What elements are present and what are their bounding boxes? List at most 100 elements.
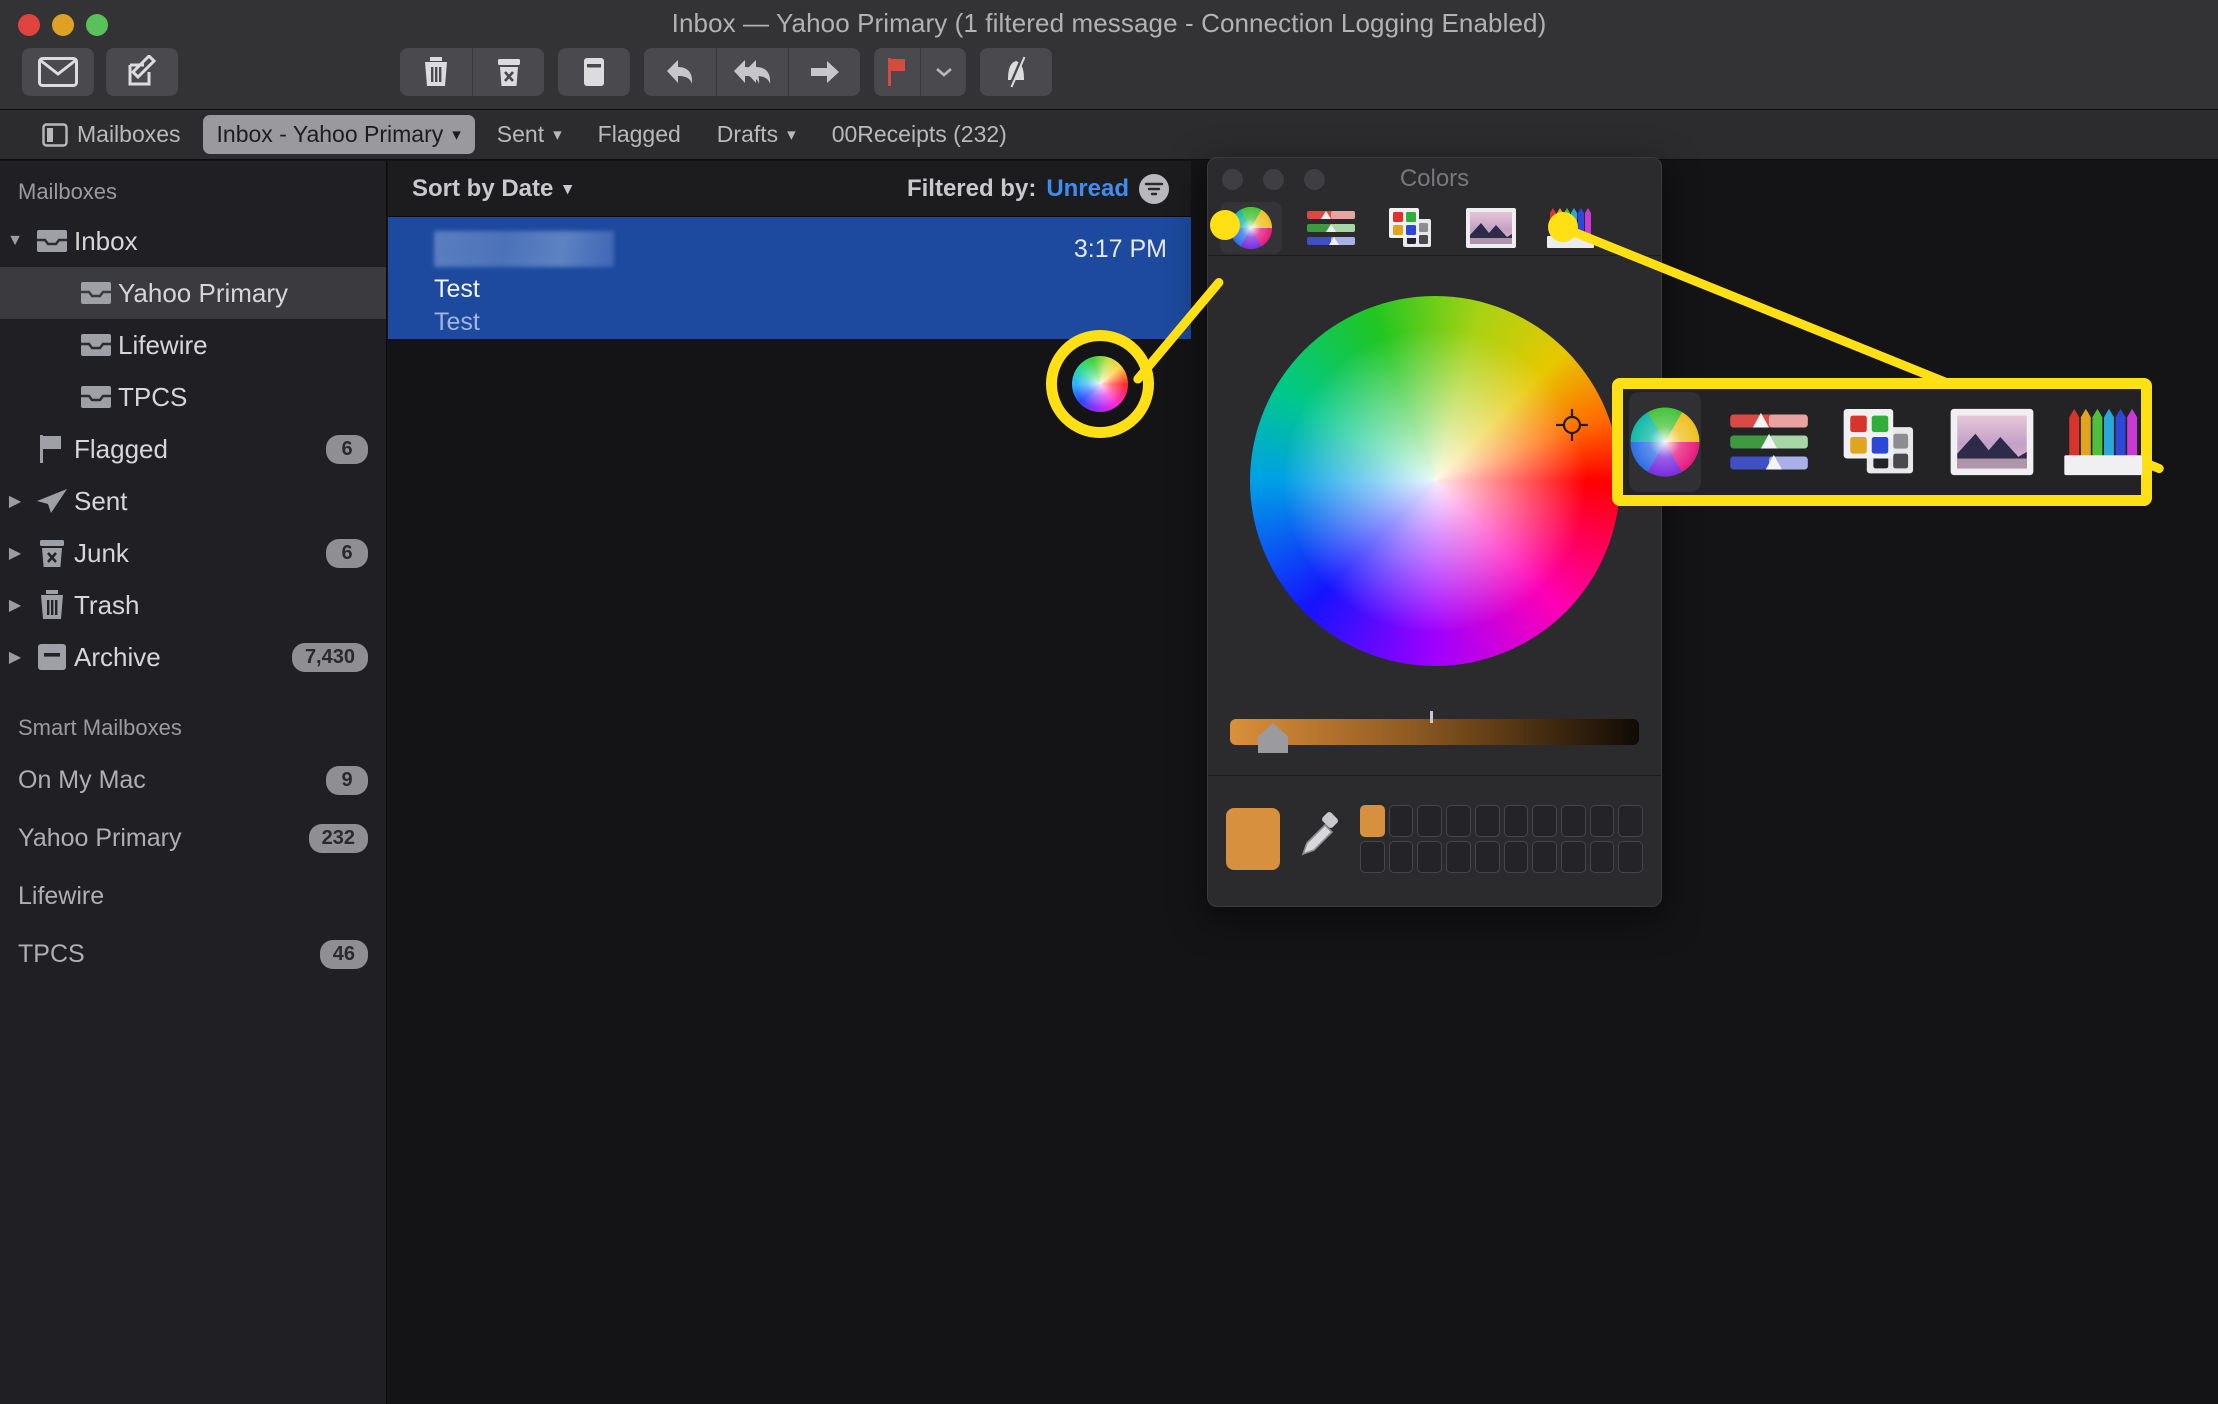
fav-sent[interactable]: Sent ▾ <box>483 115 576 154</box>
sidebar-item-flagged[interactable]: Flagged 6 <box>0 423 386 475</box>
reply-button[interactable] <box>644 48 716 96</box>
flag-menu-button[interactable] <box>920 48 966 96</box>
swatch-cell[interactable] <box>1560 805 1586 837</box>
color-wheel-tab-magnified[interactable] <box>1629 392 1701 492</box>
disclosure-right-icon[interactable]: ▶ <box>0 491 30 511</box>
fav-inbox-yahoo-primary[interactable]: Inbox - Yahoo Primary ▾ <box>202 115 475 154</box>
color-palettes-tab[interactable] <box>1380 202 1442 254</box>
sidebar-smart-on-my-mac[interactable]: On My Mac 9 <box>0 751 386 809</box>
sidebar-smart-yahoo-primary[interactable]: Yahoo Primary 232 <box>0 809 386 867</box>
color-palettes-tab-magnified[interactable] <box>1837 392 1923 492</box>
delete-button[interactable] <box>400 48 472 96</box>
brightness-slider-track[interactable] <box>1230 719 1639 745</box>
minimize-button[interactable] <box>1263 169 1284 190</box>
junk-button[interactable] <box>472 48 544 96</box>
compose-button[interactable] <box>106 48 178 96</box>
message-list-row[interactable]: 3:17 PM Test Test <box>388 217 1191 339</box>
swatch-cell[interactable] <box>1417 805 1443 837</box>
chevron-down-icon: ▾ <box>563 179 572 198</box>
sidebar-item-label: Junk <box>74 537 129 568</box>
swatch-cell[interactable] <box>1417 841 1443 873</box>
swatch-cell[interactable] <box>1360 841 1385 873</box>
sidebar-item-sent[interactable]: ▶ Sent <box>0 475 386 527</box>
image-palettes-tab-magnified[interactable] <box>1949 392 2035 492</box>
sort-by-button[interactable]: Sort by Date ▾ <box>412 175 572 203</box>
disclosure-right-icon[interactable]: ▶ <box>0 595 30 615</box>
disclosure-right-icon[interactable]: ▶ <box>0 647 30 667</box>
sidebar-item-yahoo-primary[interactable]: Yahoo Primary <box>0 267 386 319</box>
fav-drafts[interactable]: Drafts ▾ <box>703 115 810 154</box>
color-swatch-grid[interactable] <box>1360 805 1643 873</box>
swatch-cell[interactable] <box>1618 841 1643 873</box>
sidebar-item-lifewire[interactable]: Lifewire <box>0 319 386 371</box>
sidebar-item-label: On My Mac <box>18 765 146 794</box>
close-button[interactable] <box>1222 169 1243 190</box>
filter-icon[interactable] <box>1139 173 1169 204</box>
archive-button[interactable] <box>558 48 630 96</box>
crosshair-icon[interactable] <box>1555 408 1589 442</box>
sidebar-smart-tpcs[interactable]: TPCS 46 <box>0 925 386 983</box>
swatch-cell[interactable] <box>1532 841 1557 873</box>
get-mail-button[interactable] <box>22 48 94 96</box>
swatch-cell[interactable] <box>1589 805 1615 837</box>
color-sliders-tab[interactable] <box>1300 202 1362 254</box>
swatch-cell[interactable] <box>1388 805 1414 837</box>
swatch-cell[interactable] <box>1503 805 1529 837</box>
brightness-slider[interactable] <box>1230 711 1639 757</box>
sidebar-smart-lifewire[interactable]: Lifewire <box>0 867 386 925</box>
swatch-cell[interactable] <box>1618 805 1643 837</box>
disclosure-down-icon[interactable]: ▼ <box>0 232 30 250</box>
sidebar-item-label: TPCS <box>118 381 188 412</box>
sidebar-item-trash[interactable]: ▶ Trash <box>0 579 386 631</box>
color-wheel[interactable] <box>1249 296 1620 666</box>
sidebar-item-label: Trash <box>74 589 140 620</box>
reply-all-button[interactable] <box>716 48 788 96</box>
mailboxes-label: Mailboxes <box>77 121 181 147</box>
archive-icon <box>584 58 604 86</box>
colors-panel[interactable]: Colors <box>1207 157 1662 907</box>
swatch-cell[interactable] <box>1532 805 1557 837</box>
flag-icon <box>888 58 905 86</box>
mute-button[interactable] <box>980 48 1052 96</box>
pencils-tab-magnified[interactable] <box>2061 392 2147 492</box>
disclosure-right-icon[interactable]: ▶ <box>0 543 30 563</box>
toolbar-right-buttons <box>400 48 1052 96</box>
eyedropper-icon[interactable] <box>1298 811 1342 867</box>
swatch-cell[interactable] <box>1560 841 1586 873</box>
swatch-cell[interactable] <box>1503 841 1529 873</box>
color-wheel-icon[interactable] <box>1072 356 1128 412</box>
color-sliders-tab-magnified[interactable] <box>1727 392 1811 492</box>
inbox-icon <box>74 280 118 306</box>
sidebar-section-smart: Smart Mailboxes <box>18 715 182 740</box>
color-wheel-area[interactable] <box>1208 256 1661 776</box>
fav-flagged[interactable]: Flagged <box>584 115 695 154</box>
swatch-cell[interactable] <box>1474 841 1500 873</box>
sidebar-item-badge: 9 <box>326 765 368 795</box>
sidebar-item-inbox[interactable]: ▼ Inbox <box>0 215 386 267</box>
flag-button[interactable] <box>874 48 920 96</box>
sidebar-item-archive[interactable]: ▶ Archive 7,430 <box>0 631 386 683</box>
swatch-cell[interactable] <box>1360 805 1385 837</box>
swatch-cell[interactable] <box>1388 841 1414 873</box>
swatch-cell[interactable] <box>1446 805 1471 837</box>
sidebar-item-junk[interactable]: ▶ Junk 6 <box>0 527 386 579</box>
swatch-cell[interactable] <box>1589 841 1615 873</box>
sidebar: Mailboxes ▼ Inbox Yahoo Primary Lifewire <box>0 161 387 1404</box>
image-palettes-tab[interactable] <box>1460 202 1522 254</box>
filter-control[interactable]: Filtered by: Unread <box>907 173 1169 204</box>
mailboxes-toggle[interactable]: Mailboxes <box>28 115 195 154</box>
sidebar-item-label: Flagged <box>74 433 168 464</box>
zoom-button[interactable] <box>1304 169 1325 190</box>
current-color-swatch[interactable] <box>1226 808 1280 870</box>
forward-button[interactable] <box>788 48 860 96</box>
sidebar-item-badge: 7,430 <box>291 642 368 672</box>
fav-00receipts[interactable]: 00Receipts (232) <box>818 115 1021 154</box>
swatch-cell[interactable] <box>1446 841 1471 873</box>
colors-panel-tab-bar <box>1208 200 1661 256</box>
filter-value[interactable]: Unread <box>1046 175 1129 203</box>
sidebar-item-tpcs[interactable]: TPCS <box>0 371 386 423</box>
flag-group <box>874 48 966 96</box>
sidebar-section-mailboxes: Mailboxes <box>18 179 118 204</box>
chevron-down-icon: ▾ <box>452 125 461 144</box>
swatch-cell[interactable] <box>1474 805 1500 837</box>
